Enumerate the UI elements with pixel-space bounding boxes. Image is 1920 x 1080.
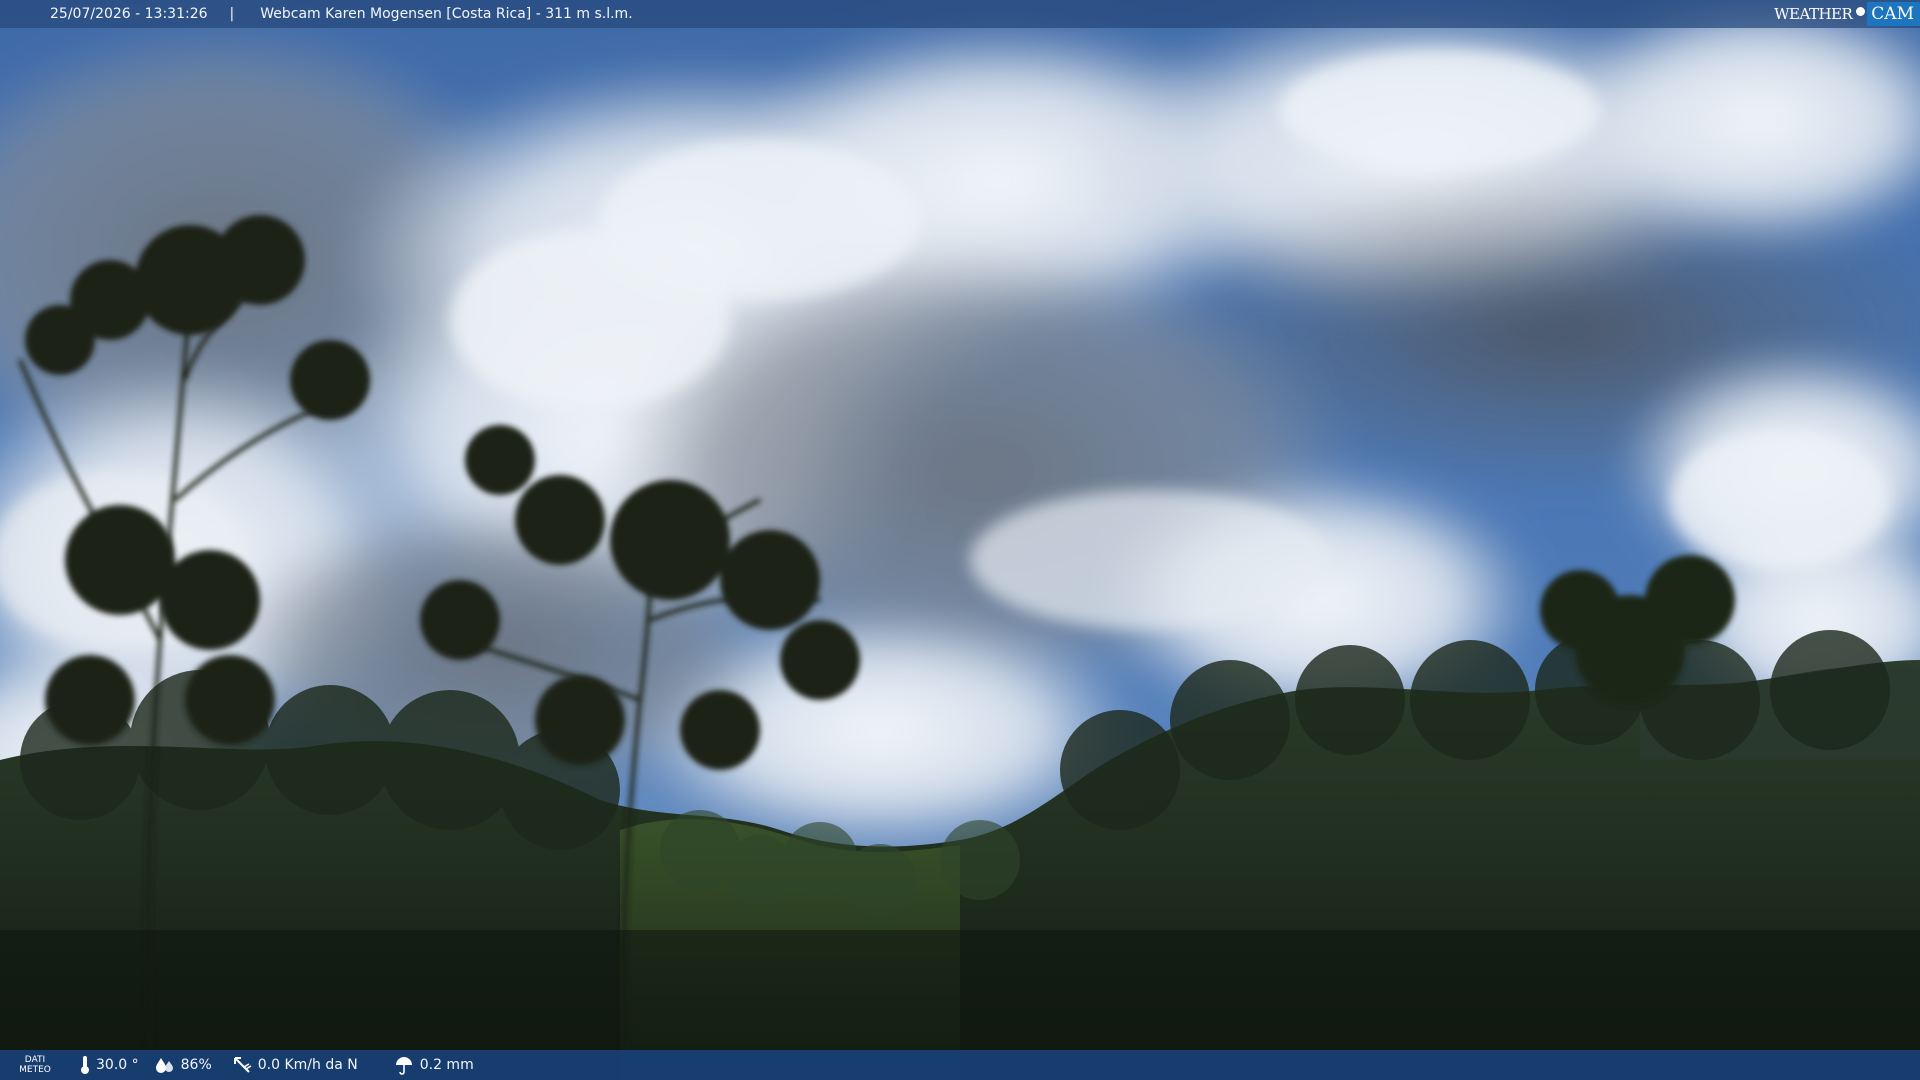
logo-word-weather: WEATHER: [1774, 5, 1853, 23]
rain-value: 0.2 mm: [419, 1057, 474, 1073]
wind-value: 0.0 Km/h da N: [257, 1057, 358, 1073]
humidity-value: 86%: [180, 1057, 212, 1073]
thermometer-icon: [81, 1056, 89, 1074]
weather-data-bar: DATI METEO 30.0 ° 86% 0.0 Km/h da N 0.2 …: [0, 1050, 1920, 1080]
weathercam-logo: WEATHER CAM: [1774, 0, 1920, 28]
temperature-value: 30.0 °: [96, 1057, 139, 1073]
humidity-reading: 86%: [155, 1056, 212, 1074]
wind-arrow-icon: [233, 1057, 252, 1073]
webcam-frame: 25/07/2026 - 13:31:26 | Webcam Karen Mog…: [0, 0, 1920, 1080]
meteo-tag-line2: METEO: [19, 1065, 51, 1075]
rain-reading: 0.2 mm: [394, 1055, 474, 1075]
top-info-bar: 25/07/2026 - 13:31:26 | Webcam Karen Mog…: [0, 0, 1920, 28]
meteo-tag-line1: DATI: [24, 1055, 46, 1065]
logo-word-cam: CAM: [1867, 2, 1920, 26]
webcam-location: Webcam Karen Mogensen [Costa Rica] - 311…: [260, 6, 633, 22]
header-separator: |: [229, 6, 235, 22]
webcam-image: [0, 0, 1920, 1080]
timestamp: 25/07/2026 - 13:31:26: [50, 6, 208, 22]
meteo-tag: DATI METEO: [0, 1055, 70, 1075]
temperature-reading: 30.0 °: [80, 1055, 139, 1075]
wind-reading: 0.0 Km/h da N: [232, 1055, 358, 1075]
humidity-drops-icon: [155, 1058, 173, 1073]
logo-dot-icon: [1856, 6, 1866, 16]
umbrella-icon: [395, 1057, 412, 1075]
